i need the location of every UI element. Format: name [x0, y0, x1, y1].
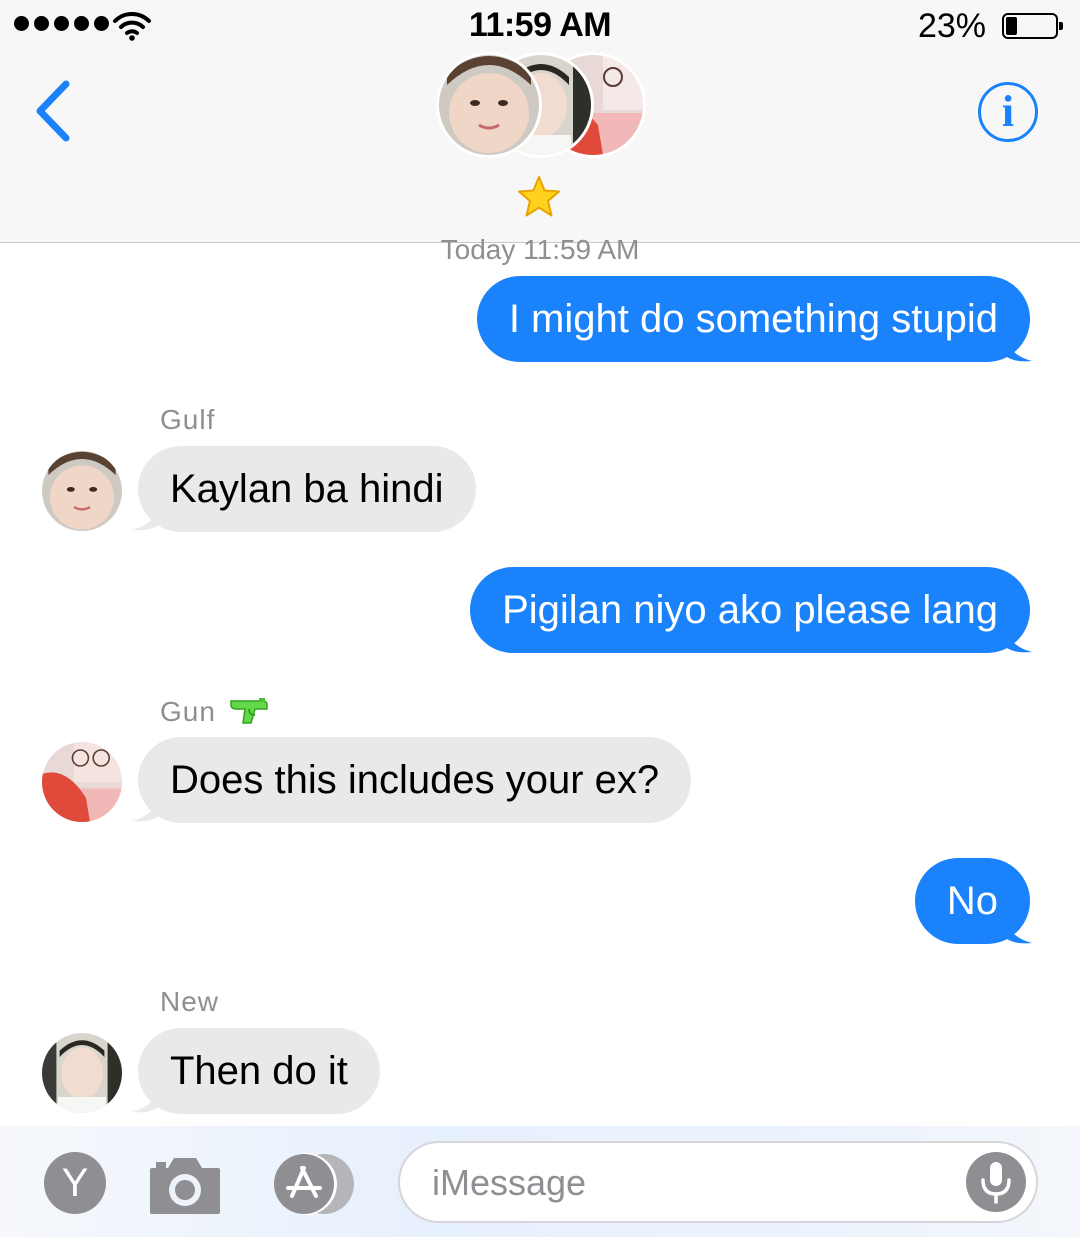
group-avatars[interactable]	[436, 52, 646, 162]
app-store-icon[interactable]	[268, 1152, 358, 1216]
battery-percentage: 23%	[917, 7, 986, 45]
battery-fill	[1006, 17, 1017, 35]
app-button[interactable]: Y	[44, 1152, 106, 1214]
microphone-button[interactable]	[966, 1152, 1026, 1212]
message-bubble-outgoing[interactable]: I might do something stupid	[476, 276, 1030, 362]
message-bubble-incoming[interactable]: Does this includes your ex?	[138, 737, 692, 823]
message-bubble-outgoing[interactable]: Pigilan niyo ako please lang	[470, 567, 1030, 653]
camera-icon[interactable]	[148, 1154, 222, 1216]
message-bubble-incoming[interactable]: Kaylan ba hindi	[138, 446, 476, 532]
avatar-gulf	[436, 52, 542, 158]
info-icon: i	[1001, 87, 1015, 136]
message-bubble-incoming[interactable]: Then do it	[138, 1028, 380, 1114]
info-button[interactable]: i	[978, 82, 1038, 142]
back-button[interactable]	[30, 78, 80, 144]
input-placeholder: iMessage	[432, 1162, 587, 1203]
sender-name: Gun	[160, 695, 269, 728]
sender-name: Gulf	[160, 404, 216, 435]
avatar-gun[interactable]	[42, 742, 122, 822]
battery-icon	[1002, 13, 1063, 39]
status-bar: 11:59 AM 23%	[0, 0, 1080, 50]
avatar-new[interactable]	[42, 1033, 122, 1113]
avatar-gulf[interactable]	[42, 451, 122, 531]
imessage-input[interactable]: iMessage	[398, 1141, 1038, 1223]
message-input-bar: Y iMessage	[0, 1126, 1080, 1237]
sender-name: New	[160, 986, 220, 1017]
water-pistol-icon	[229, 698, 268, 724]
microphone-icon	[981, 1162, 1011, 1204]
star-icon	[518, 176, 560, 217]
message-bubble-outgoing[interactable]: No	[914, 858, 1030, 944]
chevron-left-icon	[36, 80, 70, 142]
message-timestamp: Today 11:59 AM	[440, 234, 640, 265]
